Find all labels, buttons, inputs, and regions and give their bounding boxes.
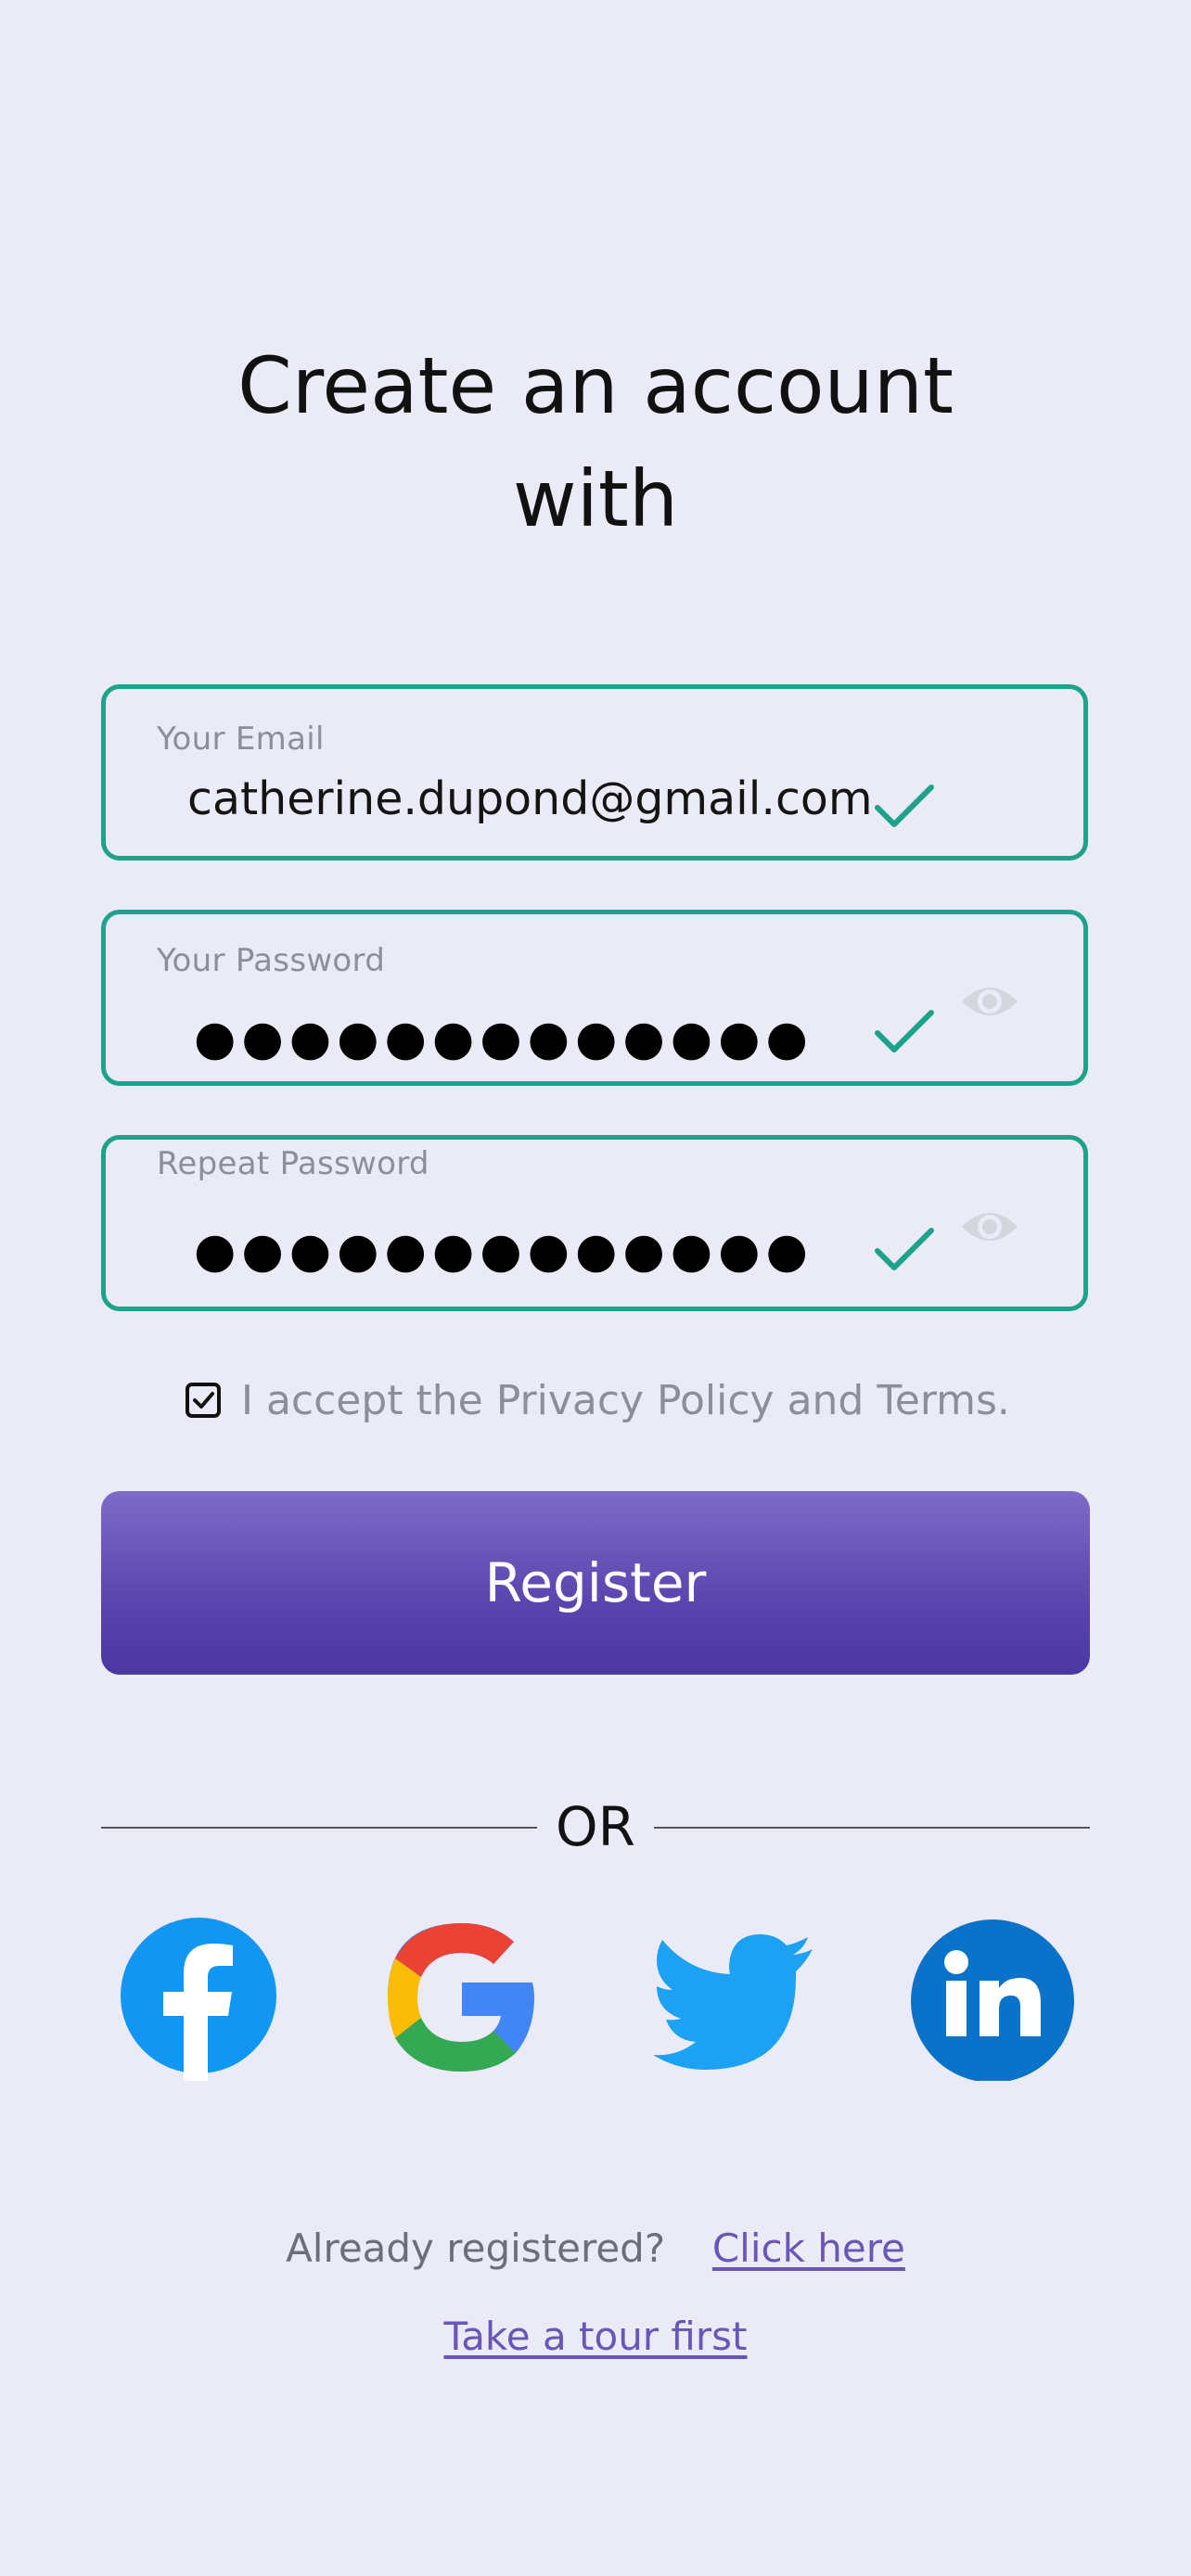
- email-value[interactable]: catherine.dupond@gmail.com: [187, 772, 873, 825]
- click-here-link[interactable]: Click here: [712, 2225, 905, 2271]
- register-button[interactable]: Register: [101, 1491, 1090, 1675]
- password-value[interactable]: ●●●●●●●●●●●●●: [194, 1011, 813, 1066]
- linkedin-icon[interactable]: [909, 1914, 1076, 2081]
- facebook-icon[interactable]: [115, 1914, 282, 2081]
- tour-row: Take a tour first: [0, 2314, 1191, 2359]
- email-field[interactable]: Your Email catherine.dupond@gmail.com: [101, 684, 1088, 861]
- take-tour-link[interactable]: Take a tour first: [443, 2314, 747, 2359]
- title-line-1: Create an account: [237, 340, 954, 431]
- accept-terms-label: I accept the Privacy Policy and Terms.: [241, 1376, 1010, 1424]
- password-field[interactable]: Your Password ●●●●●●●●●●●●●: [101, 910, 1088, 1086]
- already-registered-text: Already registered?: [286, 2225, 666, 2271]
- page-title: Create an account with: [0, 329, 1191, 555]
- check-icon: [875, 784, 934, 827]
- google-icon[interactable]: [378, 1914, 545, 2081]
- check-icon: [875, 1010, 934, 1052]
- accept-terms-checkbox[interactable]: [186, 1383, 221, 1418]
- or-divider: OR: [101, 1790, 1090, 1864]
- repeat-password-value[interactable]: ●●●●●●●●●●●●●: [194, 1223, 813, 1279]
- title-line-2: with: [512, 453, 679, 544]
- eye-icon[interactable]: [959, 1205, 1020, 1249]
- email-label: Your Email: [157, 721, 325, 758]
- repeat-password-field[interactable]: Repeat Password ●●●●●●●●●●●●●: [101, 1135, 1088, 1311]
- check-icon: [875, 1228, 934, 1270]
- already-registered-row: Already registered? Click here: [0, 2225, 1191, 2271]
- repeat-password-label: Repeat Password: [157, 1145, 429, 1182]
- accept-terms-row: I accept the Privacy Policy and Terms.: [186, 1372, 1010, 1428]
- eye-icon[interactable]: [959, 979, 1020, 1024]
- password-label: Your Password: [157, 942, 386, 979]
- divider-line-right: [654, 1827, 1090, 1829]
- twitter-icon[interactable]: [649, 1914, 816, 2081]
